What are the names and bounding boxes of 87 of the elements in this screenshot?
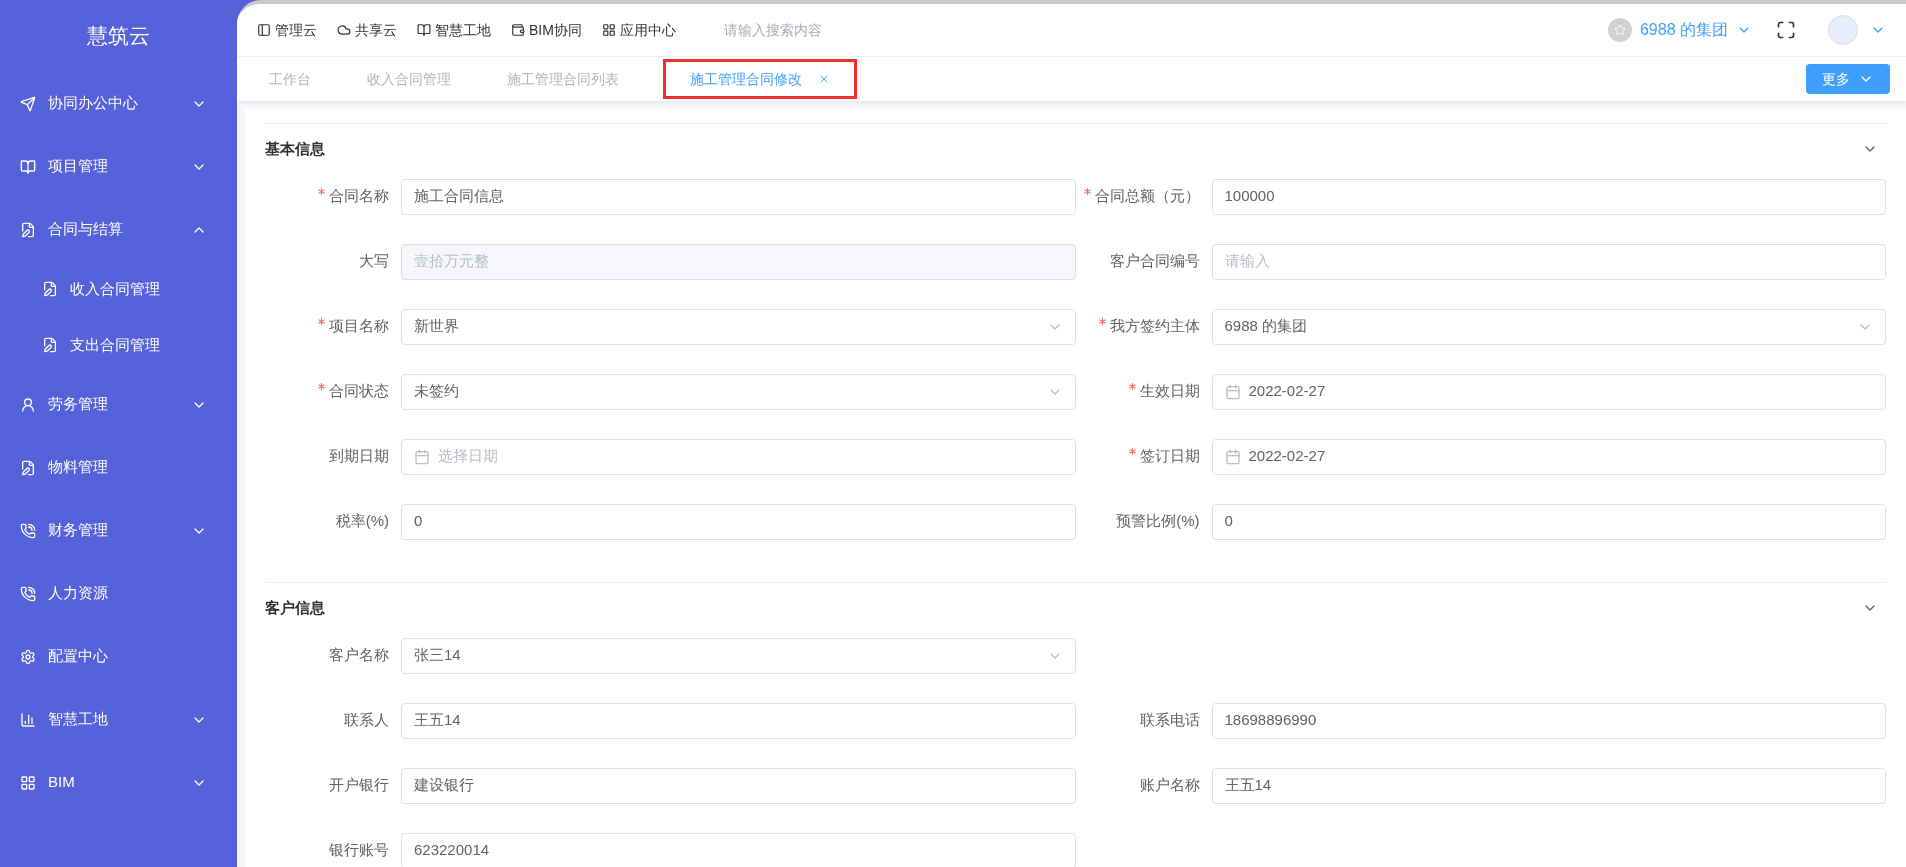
organization-dropdown[interactable]: 6988 的集团 [1607, 18, 1752, 42]
calendar-icon [414, 448, 430, 465]
select-field[interactable]: 未签约 [401, 373, 1076, 410]
field-label: 客户名称 [328, 645, 389, 666]
nav-link[interactable]: BIM协同 [511, 19, 582, 41]
sidebar-item[interactable]: 物料管理 [0, 436, 237, 499]
field-label: 我方签约主体 [1075, 315, 1200, 338]
field-label: 联系电话 [1138, 710, 1200, 731]
nav-link[interactable]: 智慧工地 [417, 19, 491, 41]
sidebar-item[interactable]: 劳务管理 [0, 373, 237, 436]
field-label: 合同总额（元） [1075, 185, 1200, 208]
grid-icon [20, 774, 36, 791]
phone-icon [20, 585, 36, 602]
calendar-icon [1224, 448, 1241, 465]
field-label: 银行账号 [328, 840, 389, 861]
required-asterisk-icon [318, 318, 325, 326]
book-icon [417, 23, 431, 37]
required-asterisk-icon [1128, 383, 1136, 391]
field-label: 大写 [358, 251, 389, 272]
field-label: 账户名称 [1138, 775, 1200, 796]
input-field[interactable]: 623220014 [401, 832, 1076, 867]
cloud-icon [337, 23, 351, 37]
date-field[interactable]: 2022-02-27 [1211, 438, 1886, 475]
field-label: 开户银行 [328, 775, 389, 796]
sidebar-subitem[interactable]: 收入合同管理 [0, 261, 237, 317]
sidebar-item[interactable]: 人力资源 [0, 562, 237, 625]
document-edit-icon [42, 337, 58, 353]
organization-logo-icon [1607, 18, 1632, 42]
select-field[interactable]: 6988 的集团 [1211, 308, 1886, 345]
select-field[interactable]: 新世界 [401, 308, 1076, 345]
field-label: 到期日期 [328, 446, 389, 467]
section-title: 客户信息 [265, 597, 326, 618]
document-edit-icon [20, 459, 36, 476]
input-field[interactable]: 18698896990 [1211, 702, 1886, 739]
more-button[interactable]: 更多 [1806, 64, 1890, 94]
field-label: 签订日期 [1075, 445, 1200, 468]
book-icon [20, 158, 36, 175]
settings-icon [20, 648, 36, 665]
field-label: 合同名称 [265, 185, 389, 208]
phone-icon [20, 522, 36, 539]
sidebar-item[interactable]: 项目管理 [0, 135, 237, 198]
fullscreen-icon[interactable] [1776, 20, 1796, 40]
sidebar-item[interactable]: 智慧工地 [0, 688, 237, 751]
sidebar-item[interactable]: 协同办公中心 [0, 72, 237, 135]
user-icon [20, 396, 36, 413]
required-asterisk-icon [318, 383, 325, 391]
input-field[interactable]: 0 [1211, 503, 1886, 540]
field-label: 联系人 [343, 710, 389, 731]
sidebar-item[interactable]: 财务管理 [0, 499, 237, 562]
nav-link[interactable]: 应用中心 [601, 19, 676, 41]
input-field[interactable]: 王五14 [401, 702, 1076, 739]
nav-link[interactable]: 管理云 [257, 19, 317, 41]
field-label: 生效日期 [1075, 380, 1200, 403]
section-title: 基本信息 [265, 138, 326, 159]
input-field[interactable]: 王五14 [1211, 767, 1886, 804]
field-label: 税率(%) [334, 511, 389, 532]
sidebar-item[interactable]: 合同与结算 [0, 198, 237, 261]
field-label: 合同状态 [265, 380, 389, 403]
bar-chart-icon [20, 711, 36, 728]
document-edit-icon [42, 281, 58, 297]
sidebar-item[interactable]: BIM [0, 751, 237, 814]
grid-icon [601, 23, 616, 37]
required-asterisk-icon [1128, 448, 1136, 456]
date-field[interactable]: 2022-02-27 [1211, 373, 1886, 410]
close-icon[interactable] [818, 73, 830, 85]
sidebar-item[interactable]: 配置中心 [0, 625, 237, 688]
field-label: 项目名称 [265, 315, 389, 338]
nav-link[interactable]: 共享云 [337, 19, 397, 41]
app-title: 慧筑云 [87, 23, 150, 50]
input-field[interactable]: 0 [401, 503, 1076, 540]
field-label: 客户合同编号 [1108, 251, 1200, 272]
required-asterisk-icon [1098, 318, 1106, 326]
required-asterisk-icon [1083, 188, 1091, 196]
tab[interactable]: 施工管理合同修改 [663, 59, 857, 99]
field-label: 预警比例(%) [1115, 511, 1200, 532]
calendar-icon [1224, 383, 1241, 400]
input-field[interactable]: 100000 [1211, 178, 1886, 215]
panel-icon [257, 23, 271, 37]
sidebar-subitem[interactable]: 支出合同管理 [0, 317, 237, 373]
input-field[interactable]: 施工合同信息 [401, 178, 1076, 215]
document-edit-icon [20, 221, 36, 238]
search-field[interactable]: 请输入搜索内容 [723, 19, 944, 41]
required-asterisk-icon [318, 188, 325, 196]
input-field[interactable]: 建设银行 [401, 767, 1076, 804]
wallet-icon [511, 23, 525, 37]
send-icon [20, 95, 36, 112]
select-field[interactable]: 张三14 [401, 637, 1076, 674]
